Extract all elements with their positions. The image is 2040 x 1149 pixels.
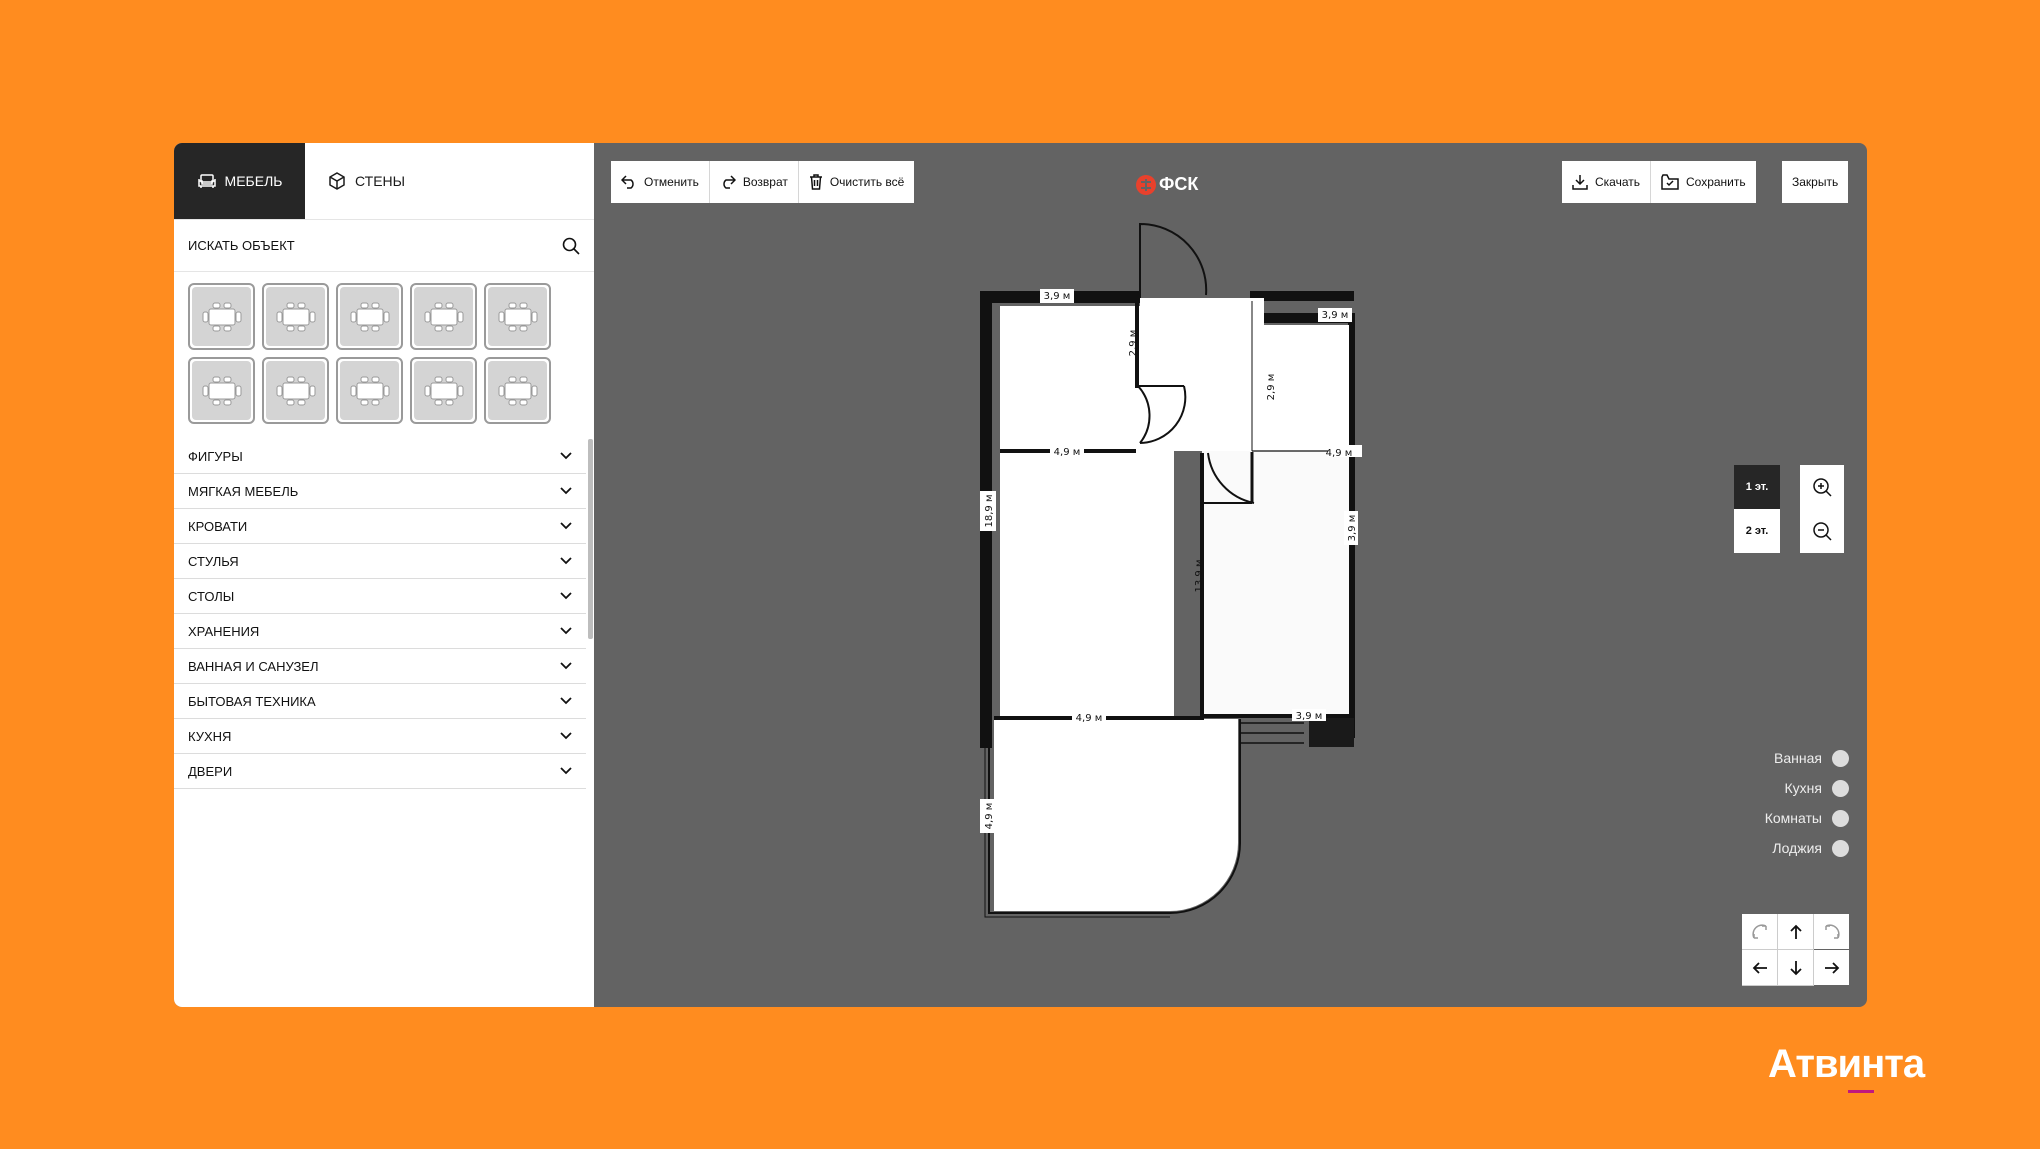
move-down-button[interactable] <box>1778 950 1813 985</box>
legend-label: Ванная <box>1774 750 1822 766</box>
legend-label: Комнаты <box>1764 810 1822 826</box>
legend-toggle[interactable] <box>1832 839 1849 857</box>
move-up-button[interactable] <box>1778 914 1813 949</box>
rotate-right-icon <box>1824 923 1840 939</box>
dimension-label: 13,9 м <box>1194 560 1205 593</box>
floor-plan[interactable]: 3,9 м 3,9 м 2,9 м 2,9 м 4,9 м 4,9 м 18,9… <box>174 143 1867 1007</box>
dimension-label: 4,9 м <box>1076 713 1103 724</box>
room <box>1140 298 1264 451</box>
move-right-button[interactable] <box>1814 950 1849 985</box>
rotate-left-button[interactable] <box>1742 914 1777 949</box>
zoom-out-button[interactable] <box>1800 509 1844 553</box>
arrow-right-icon <box>1824 961 1839 974</box>
zoom-in-button[interactable] <box>1800 465 1844 509</box>
room <box>1202 451 1349 717</box>
navigation-pad <box>1742 914 1849 986</box>
legend-toggle[interactable] <box>1832 809 1849 827</box>
plan-rooms <box>994 298 1349 911</box>
arrow-left-icon <box>1752 961 1767 974</box>
room-legend: Ванная Кухня Комнаты Лоджия <box>1765 743 1849 863</box>
room <box>1000 306 1140 451</box>
dimension-label: 3,9 м <box>1296 711 1323 722</box>
door-arc <box>1139 222 1208 298</box>
floor-2-button[interactable]: 2 эт. <box>1734 509 1780 553</box>
legend-item[interactable]: Комнаты <box>1765 803 1849 833</box>
wall <box>1309 718 1354 747</box>
dimension-label: 2,9 м <box>1266 374 1277 401</box>
floor-2-label: 2 эт. <box>1745 525 1769 537</box>
arrow-up-icon <box>1789 924 1802 939</box>
loggia <box>994 719 1238 911</box>
dimension-label: 4,9 м <box>984 803 995 830</box>
atvinta-logo: Атвинта <box>1768 1042 1925 1086</box>
dimension-label: 18,9 м <box>984 495 995 528</box>
atvinta-logo-accent <box>1848 1090 1874 1093</box>
zoom-in-icon <box>1813 478 1832 497</box>
dimension-label: 3,9 м <box>1044 291 1071 302</box>
zoom-out-icon <box>1813 522 1832 541</box>
dimension-label: 3,9 м <box>1322 310 1349 321</box>
dimension-label: 3,9 м <box>1347 515 1358 542</box>
legend-toggle[interactable] <box>1832 749 1849 767</box>
dimension-label: 4,9 м <box>1054 447 1081 458</box>
arrow-down-icon <box>1789 960 1802 975</box>
room <box>1000 451 1174 717</box>
legend-item[interactable]: Ванная <box>1765 743 1849 773</box>
legend-toggle[interactable] <box>1832 779 1849 797</box>
legend-item[interactable]: Лоджия <box>1765 833 1849 863</box>
floor-1-button[interactable]: 1 эт. <box>1734 465 1780 509</box>
move-left-button[interactable] <box>1742 950 1777 985</box>
floor-1-label: 1 эт. <box>1745 481 1769 493</box>
wall <box>1250 291 1354 301</box>
dimension-label: 2,9 м <box>1128 330 1139 357</box>
legend-label: Кухня <box>1784 780 1822 796</box>
legend-item[interactable]: Кухня <box>1765 773 1849 803</box>
dimension-label: 4,9 м <box>1326 448 1353 459</box>
rotate-left-icon <box>1751 923 1767 939</box>
planner-window: Мебель Стены Фигуры Мягкая <box>174 143 1867 1007</box>
legend-label: Лоджия <box>1772 840 1822 856</box>
rotate-right-button[interactable] <box>1814 914 1849 949</box>
